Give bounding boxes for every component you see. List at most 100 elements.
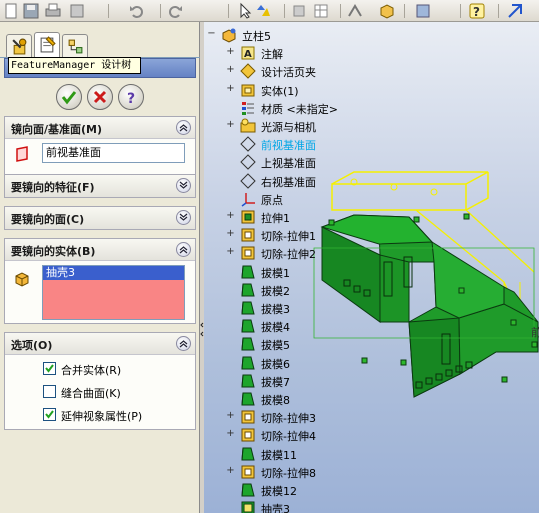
sketch-icon [348, 4, 362, 17]
checkmark-icon [61, 91, 77, 105]
tree-item-label: 前视基准面 [261, 139, 316, 153]
sketch-button[interactable] [346, 2, 364, 20]
expand-icon[interactable]: + [226, 411, 235, 421]
features-to-mirror-header[interactable]: 要镜向的特征(F) [5, 175, 195, 197]
option-checkbox[interactable] [43, 408, 56, 421]
table-button[interactable] [312, 2, 330, 20]
expand-icon[interactable]: + [226, 47, 235, 57]
cancel-button[interactable] [87, 84, 113, 110]
expand-down-icon[interactable] [176, 210, 191, 225]
expand-icon[interactable]: + [226, 120, 235, 130]
plane-icon [240, 172, 256, 189]
extra-icon [508, 4, 522, 18]
options-header[interactable]: 选项(O) [5, 333, 195, 355]
redo-button[interactable] [166, 2, 184, 20]
question-icon: ? [127, 91, 135, 105]
undo-button[interactable] [128, 2, 146, 20]
toolbar-separator [228, 4, 229, 18]
feature-tree: − 立柱5 + A 注解 + 设计活页夹 + 实体(1) 材质 <未指定> + 光源与相机 前视基准面上… [204, 22, 414, 513]
expand-icon[interactable]: + [226, 229, 235, 239]
faces-to-mirror-header[interactable]: 要镜向的面(C) [5, 207, 195, 229]
confirm-buttons: ? [0, 82, 200, 112]
plane-edge-label: 前 [531, 326, 539, 339]
bodies-to-mirror-section: 要镜向的实体(B) 抽壳3 [4, 238, 196, 324]
plane-selection-icon [16, 146, 28, 162]
checkmark-icon [45, 364, 54, 373]
options-icon [70, 4, 84, 18]
options-button[interactable] [68, 2, 86, 20]
draft-icon [240, 336, 256, 352]
select-button[interactable] [236, 2, 254, 20]
expand-icon[interactable]: − [207, 29, 216, 39]
featuremanager-tab[interactable] [6, 34, 32, 57]
cut-extrude-icon [240, 464, 256, 480]
tree-item-label: 右视基准面 [261, 175, 316, 189]
ok-button[interactable] [56, 84, 82, 110]
draft-icon [240, 373, 256, 389]
option-checkbox[interactable] [43, 362, 56, 375]
plane-icon [240, 136, 256, 152]
bodies-to-mirror-header[interactable]: 要镜向的实体(B) [5, 239, 195, 261]
print-button[interactable] [44, 2, 62, 20]
cut-extrude-icon [240, 245, 256, 261]
toolbar-separator [498, 4, 499, 18]
plane-icon [240, 154, 256, 171]
new-icon [5, 3, 17, 19]
save-icon [23, 3, 39, 19]
design-binder-icon [240, 63, 256, 80]
mirror-plane-field[interactable]: 前视基准面 [42, 143, 185, 163]
draft-icon [240, 300, 256, 316]
tree-item-label: 切除-拉伸2 [261, 248, 316, 262]
property-manager-panel: FeatureManager 设计树 ? 镜向面/基准面(M) 前视基准面 要镜… [0, 22, 200, 513]
help-button[interactable]: ? [468, 2, 486, 20]
expand-icon[interactable]: + [226, 211, 235, 221]
tree-item-label: 切除-拉伸1 [261, 230, 316, 244]
bodies-listbox[interactable]: 抽壳3 [42, 265, 185, 320]
expand-icon[interactable]: + [226, 83, 235, 94]
extra-button[interactable] [506, 2, 524, 20]
tree-item-label: 拔模8 [261, 394, 290, 407]
help-button[interactable]: ? [118, 84, 144, 110]
collapse-up-icon[interactable] [176, 336, 191, 351]
svg-text:?: ? [127, 91, 135, 105]
tree-item-label: 拔模3 [261, 303, 290, 316]
view-cube-button[interactable] [378, 2, 396, 20]
selected-body-item[interactable]: 抽壳3 [43, 266, 184, 280]
option-checkbox[interactable] [43, 385, 56, 398]
propertymanager-tab[interactable] [34, 32, 60, 58]
panel-tabs [0, 30, 200, 58]
mirror-plane-header[interactable]: 镜向面/基准面(M) [5, 117, 195, 139]
expand-icon[interactable]: + [226, 465, 235, 476]
expand-icon[interactable]: + [226, 247, 235, 257]
rebuild-button[interactable] [254, 2, 272, 20]
tree-item-label: 上视基准面 [261, 157, 316, 171]
tree-item-label: 立柱5 [242, 30, 271, 43]
tree-item-label: 拉伸1 [261, 212, 290, 225]
tree-item-label: 拔模5 [261, 339, 290, 353]
draft-icon [240, 282, 256, 298]
collapse-up-icon[interactable] [176, 242, 191, 257]
tree-item-label: 拔模7 [261, 375, 290, 389]
rebuild-icon [257, 5, 270, 16]
toolbar-separator [284, 4, 285, 18]
tree-item-label: 抽壳3 [261, 503, 290, 513]
expand-icon[interactable]: + [226, 65, 235, 75]
bodies-to-mirror-title: 要镜向的实体(B) [11, 245, 96, 258]
expand-down-icon[interactable] [176, 178, 191, 193]
graphics-area[interactable]: − 立柱5 + A 注解 + 设计活页夹 + 实体(1) 材质 <未指定> + 光源与相机 前视基准面上… [204, 22, 539, 513]
print-icon [45, 3, 61, 17]
configuration-tab[interactable] [62, 34, 88, 57]
cut-extrude-icon [240, 227, 256, 243]
tool-button[interactable] [290, 2, 308, 20]
new-button[interactable] [2, 2, 20, 20]
tree-item-label: 切除-拉伸4 [261, 430, 316, 444]
cut-extrude-icon [240, 409, 256, 425]
annotation-icon: A [240, 45, 256, 61]
expand-icon[interactable]: + [226, 429, 235, 439]
save-button[interactable] [22, 2, 40, 20]
tree-item-label: 原点 [261, 193, 283, 207]
configuration-icon [68, 39, 83, 54]
display-button[interactable] [414, 2, 432, 20]
collapse-up-icon[interactable] [176, 120, 191, 135]
table-icon [314, 4, 328, 18]
